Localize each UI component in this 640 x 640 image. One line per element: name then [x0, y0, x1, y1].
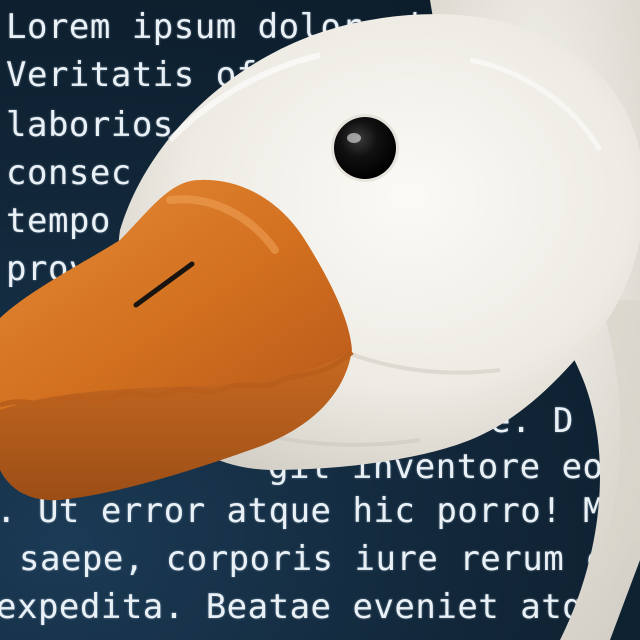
photo: Lorem ipsum dolor si Veritatis of labori…	[0, 0, 640, 640]
plush-goose	[0, 0, 640, 640]
goose-eye-icon	[331, 114, 399, 182]
